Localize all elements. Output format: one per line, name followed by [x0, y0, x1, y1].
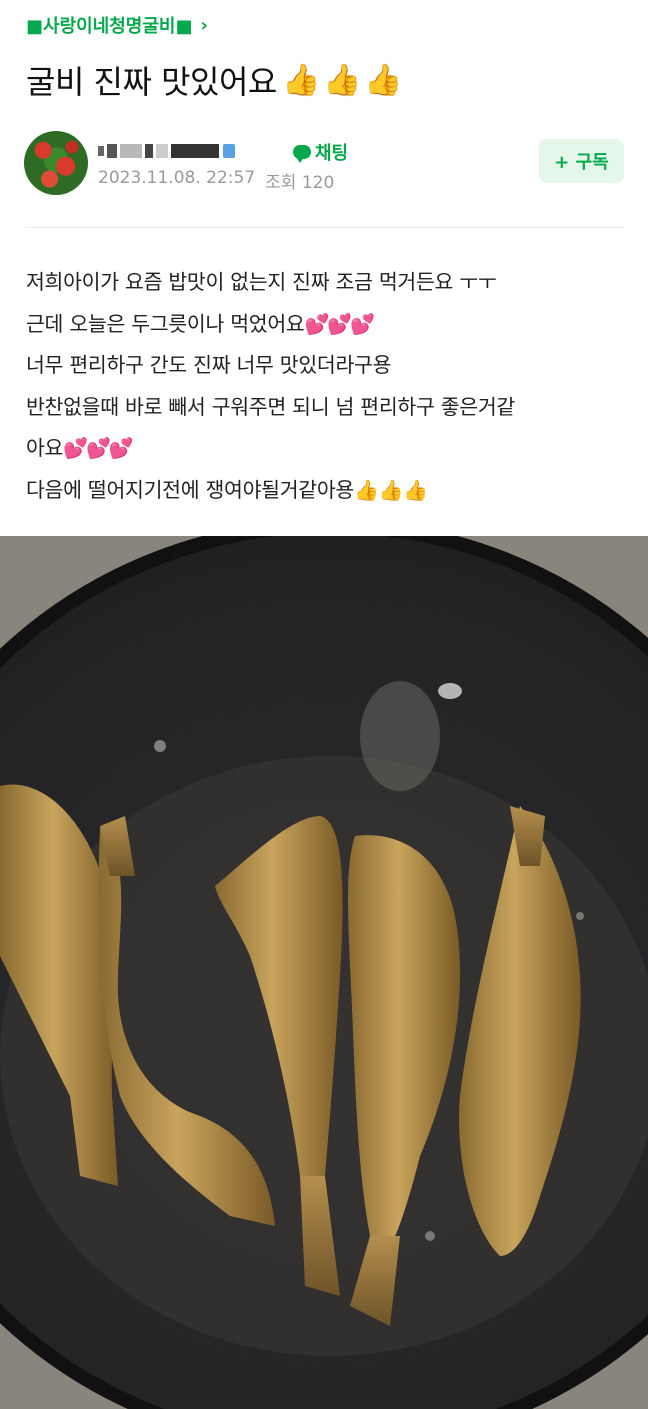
divider	[26, 227, 624, 228]
body-line: 근데 오늘은 두그릇이나 먹었어요💕💕💕	[26, 311, 376, 336]
fried-fish-in-pan-image	[0, 536, 648, 1409]
body-line: 아요💕💕💕	[26, 436, 134, 460]
thumbs-up-icon: 👍👍👍	[353, 477, 428, 502]
post-title: 굴비 진짜 맛있어요 👍 👍 👍	[26, 54, 402, 106]
post-body: 저희아이가 요즘 밥맛이 없는지 진짜 조금 먹거든요 ㅜㅜ 근데 오늘은 두그…	[26, 262, 626, 511]
hearts-icon: 💕💕💕	[63, 436, 134, 460]
post-date: 2023.11.08. 22:57	[98, 168, 256, 188]
board-link[interactable]: ■사랑이네청명굴비■ ›	[26, 12, 208, 38]
thumbs-up-icon: 👍	[364, 62, 402, 98]
body-line: 저희아이가 요즘 밥맛이 없는지 진짜 조금 먹거든요 ㅜㅜ	[26, 270, 497, 294]
chat-label: 채팅	[315, 143, 349, 164]
body-line: 너무 편리하구 간도 진짜 너무 맛있더라구용	[26, 353, 392, 377]
chat-button[interactable]: 채팅	[293, 140, 348, 164]
thumbs-up-icon: 👍	[282, 62, 320, 98]
title-thumbs-up-emoji: 👍 👍 👍	[283, 63, 402, 98]
post-meta: 2023.11.08. 22:57 조회 120	[98, 168, 335, 193]
board-name: ■사랑이네청명굴비■	[26, 16, 193, 37]
chevron-right-icon: ›	[200, 14, 208, 36]
post-title-text: 굴비 진짜 맛있어요	[26, 63, 277, 101]
avatar[interactable]	[24, 131, 88, 195]
body-line: 다음에 떨어지기전에 쟁여야될거같아용👍👍👍	[26, 477, 428, 502]
post-photo[interactable]	[0, 536, 648, 1409]
view-count: 조회 120	[265, 173, 335, 193]
member-level-badge	[223, 144, 235, 158]
body-line: 반찬없을때 바로 빼서 구워주면 되니 넘 편리하구 좋은거같	[26, 394, 515, 419]
subscribe-button[interactable]: + 구독	[539, 139, 624, 183]
thumbs-up-icon: 👍	[323, 62, 361, 98]
author-name-blurred[interactable]	[98, 137, 235, 165]
hearts-icon: 💕💕💕	[304, 311, 376, 336]
speech-bubble-icon	[293, 145, 311, 163]
